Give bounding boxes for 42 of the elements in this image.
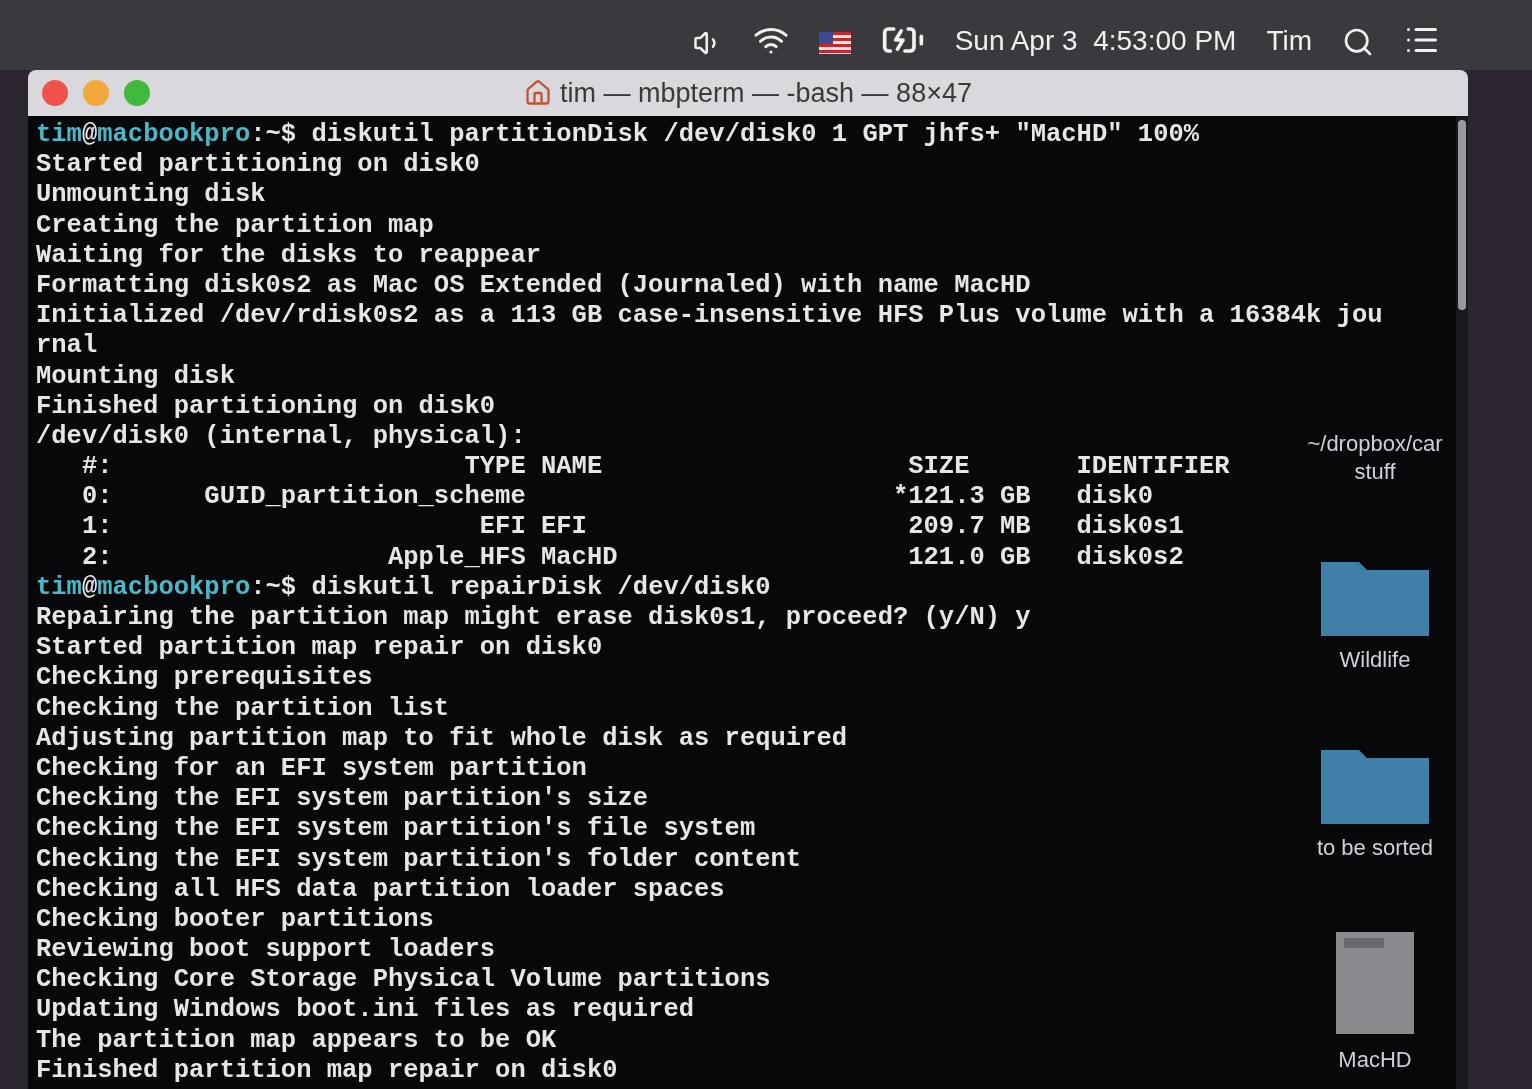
terminal-line: Formatting disk0s2 as Mac OS Extended (Journaled) with name MacHD xyxy=(36,270,1031,302)
terminal-line: Mounting disk xyxy=(36,361,235,392)
terminal-line: Started partition map repair on disk0 xyxy=(36,633,603,664)
terminal-line: #: TYPE NAME SIZE IDENTIFIER xyxy=(80,452,1230,483)
desktop-icon-label: ~/dropbox/car stuff xyxy=(1306,430,1444,486)
terminal-line: Reviewing boot support loaders xyxy=(36,935,496,966)
terminal-line: Checking Core Storage Physical Volume partitions xyxy=(36,965,771,996)
terminal-line: 1: EFI EFI 209.7 MB disk0s1 xyxy=(80,512,1184,543)
desktop-icon-label: to be sorted xyxy=(1316,834,1434,862)
terminal-line: Adjusting partition map to fit whole disk as required xyxy=(36,723,848,754)
terminal-line: Checking prerequisites xyxy=(36,663,373,694)
terminal-line: Waiting for the disks to reappear xyxy=(36,240,541,271)
terminal-line: /dev/disk0 (internal, physical): xyxy=(36,421,526,453)
terminal-line: Finished partitioning on disk0 xyxy=(36,391,496,422)
terminal-line: 2: Apple_HFS MacHD 121.0 GB disk0s2 xyxy=(80,542,1184,573)
clock-text[interactable]: Sun Apr 3 4:53:00 PM xyxy=(954,20,1237,62)
home-icon xyxy=(524,79,553,107)
terminal-line: Repairing the partition map might erase disk0s1, proceed? (y/N) y xyxy=(36,603,1031,634)
terminal-line: Checking booter partitions xyxy=(36,904,434,936)
terminal-line: Unmounting disk xyxy=(36,180,266,211)
terminal-line: Checking all HFS data partition loader spaces xyxy=(36,874,725,905)
terminal-line: Checking the EFI system partition's folder content xyxy=(36,844,802,875)
terminal-line: tim@macbookpro:~$ diskutil partitionDisk /dev/disk0 1 GPT jhfs+ "MacHD" 100% xyxy=(36,120,1200,151)
terminal-line: Checking the EFI system partition's size xyxy=(36,784,649,815)
flag-icon[interactable] xyxy=(818,32,851,54)
terminal-line: rnal xyxy=(36,331,98,362)
terminal-line: tim@macbookpro:~$ diskutil repairDisk /dev/disk0 xyxy=(36,572,771,603)
terminal-line: Checking for an EFI system partition xyxy=(36,753,587,785)
desktop-icon-label: Wildlife xyxy=(1339,646,1411,674)
terminal-line: Updating Windows boot.ini files as required xyxy=(36,995,694,1026)
user-name[interactable]: Tim xyxy=(1266,20,1312,62)
desktop-icon-label: MacHD xyxy=(1338,1046,1412,1074)
terminal-line: Creating the partition map xyxy=(36,210,434,241)
window-title: tim — mbpterm — -bash — 88×47 xyxy=(560,76,972,110)
terminal-line: The partition map appears to be OK xyxy=(36,1025,557,1056)
search-icon[interactable] xyxy=(1342,26,1374,58)
terminal-line: Checking the EFI system partition's file system xyxy=(36,814,756,845)
terminal-line: 0: GUID_partition_scheme *121.3 GB disk0 xyxy=(80,482,1154,513)
terminal-line: Checking the partition list xyxy=(36,693,450,724)
terminal-line: Finished partition map repair on disk0 xyxy=(36,1055,618,1086)
terminal-line: Started partitioning on disk0 xyxy=(36,150,480,181)
terminal-line: Initialized /dev/rdisk0s2 as a 113 GB case-insensitive HFS Plus volume with a 16384k jou xyxy=(36,301,1383,332)
